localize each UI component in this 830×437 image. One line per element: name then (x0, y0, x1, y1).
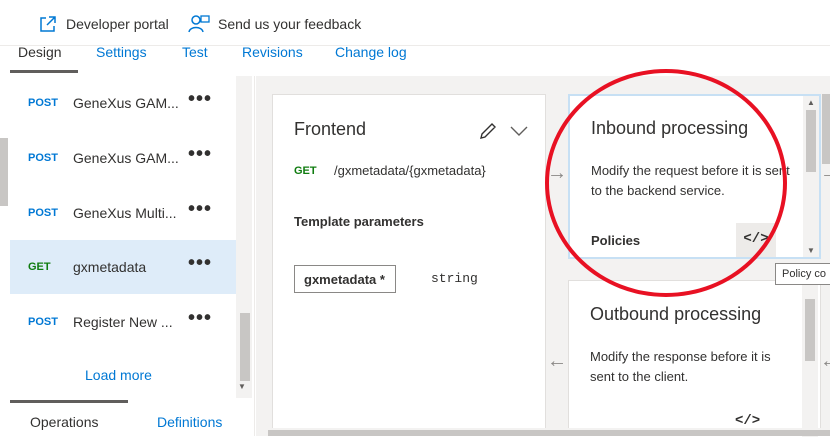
template-parameter-type: string (431, 271, 478, 286)
template-parameter-name[interactable]: gxmetadata * (294, 265, 396, 293)
canvas-horizontal-scroll-thumb[interactable] (268, 430, 830, 436)
inbound-description: Modify the request before it is sent to … (591, 163, 790, 198)
tab-settings[interactable]: Settings (96, 44, 147, 60)
outbound-processing-card[interactable]: Outbound processing Modify the response … (568, 280, 821, 437)
tab-design[interactable]: Design (18, 44, 62, 60)
left-edge-scroll-thumb[interactable] (0, 138, 8, 206)
operation-name: Register New ... (73, 314, 173, 330)
template-parameters-heading: Template parameters (294, 214, 424, 229)
more-options-icon[interactable]: ••• (188, 143, 212, 166)
operation-row[interactable]: POST GeneXus GAM... ••• (10, 131, 236, 185)
more-options-icon[interactable]: ••• (188, 88, 212, 111)
tab-revisions[interactable]: Revisions (242, 44, 303, 60)
method-badge: POST (28, 152, 58, 164)
frontend-method: GET (294, 165, 317, 177)
outbound-title: Outbound processing (590, 304, 762, 324)
operation-name: GeneXus GAM... (73, 150, 179, 166)
more-options-icon[interactable]: ••• (188, 252, 212, 275)
flow-arrow-right-icon: → (547, 162, 567, 184)
feedback-label: Send us your feedback (218, 16, 362, 32)
edit-pencil-icon[interactable] (478, 121, 498, 141)
backend-card-edge (822, 94, 830, 164)
policy-code-editor-button[interactable]: </> (735, 413, 760, 429)
flow-arrow-left-icon: ← (820, 350, 830, 372)
feedback-link[interactable]: Send us your feedback (188, 14, 361, 34)
operation-name: gxmetadata (73, 259, 147, 275)
operation-name: GeneXus Multi... (73, 205, 177, 221)
tab-definitions[interactable]: Definitions (157, 414, 222, 430)
flow-arrow-right-icon: → (820, 162, 830, 184)
operation-name: GeneXus GAM... (73, 95, 179, 111)
tab-operations[interactable]: Operations (30, 414, 98, 430)
outbound-scroll-thumb[interactable] (805, 299, 815, 361)
policy-code-tooltip: Policy co (775, 263, 830, 285)
operation-row-selected[interactable]: GET gxmetadata ••• (10, 240, 236, 294)
developer-portal-link[interactable]: Developer portal (38, 14, 169, 34)
operation-row[interactable]: POST GeneXus Multi... ••• (10, 186, 236, 240)
chevron-down-icon[interactable] (509, 125, 529, 137)
inbound-policies-label: Policies (591, 233, 641, 248)
more-options-icon[interactable]: ••• (188, 307, 212, 330)
method-badge: POST (28, 316, 58, 328)
more-options-icon[interactable]: ••• (188, 198, 212, 221)
operation-row[interactable]: POST GeneXus GAM... ••• (10, 76, 236, 130)
scroll-up-arrow-icon[interactable]: ▲ (807, 98, 815, 107)
top-bar: Developer portal Send us your feedback (0, 0, 830, 46)
outbound-description: Modify the response before it is sent to… (590, 349, 771, 384)
method-badge: POST (28, 207, 58, 219)
feedback-person-icon (188, 15, 210, 33)
left-bottom-tabs: Operations Definitions (0, 398, 255, 436)
scroll-down-arrow-icon[interactable]: ▼ (238, 382, 246, 391)
frontend-card[interactable]: Frontend GET /gxmetadata/{gxmetadata} Te… (272, 94, 546, 436)
active-tab-indicator (10, 70, 78, 73)
tab-test[interactable]: Test (182, 44, 208, 60)
api-tabs: Design Settings Test Revisions Change lo… (0, 42, 830, 74)
method-badge: GET (28, 261, 51, 273)
developer-portal-label: Developer portal (66, 16, 169, 32)
policy-code-editor-button[interactable]: </> (736, 223, 776, 257)
frontend-title: Frontend (294, 119, 367, 139)
method-badge: POST (28, 97, 58, 109)
flow-arrow-left-icon: ← (547, 350, 567, 372)
operation-row[interactable]: POST Register New ... ••• (10, 295, 236, 349)
operations-scroll-thumb[interactable] (240, 313, 250, 381)
inbound-processing-card[interactable]: Inbound processing Modify the request be… (568, 94, 821, 259)
frontend-url-template: /gxmetadata/{gxmetadata} (334, 163, 486, 178)
inbound-title: Inbound processing (591, 118, 749, 138)
tab-change-log[interactable]: Change log (335, 44, 407, 60)
operations-panel: POST GeneXus GAM... ••• POST GeneXus GAM… (0, 76, 255, 436)
load-more-link[interactable]: Load more (85, 367, 152, 383)
scroll-down-arrow-icon[interactable]: ▼ (807, 246, 815, 255)
active-bottom-tab-indicator (10, 400, 128, 403)
external-link-icon (40, 16, 56, 32)
inbound-scroll-thumb[interactable] (806, 110, 816, 172)
